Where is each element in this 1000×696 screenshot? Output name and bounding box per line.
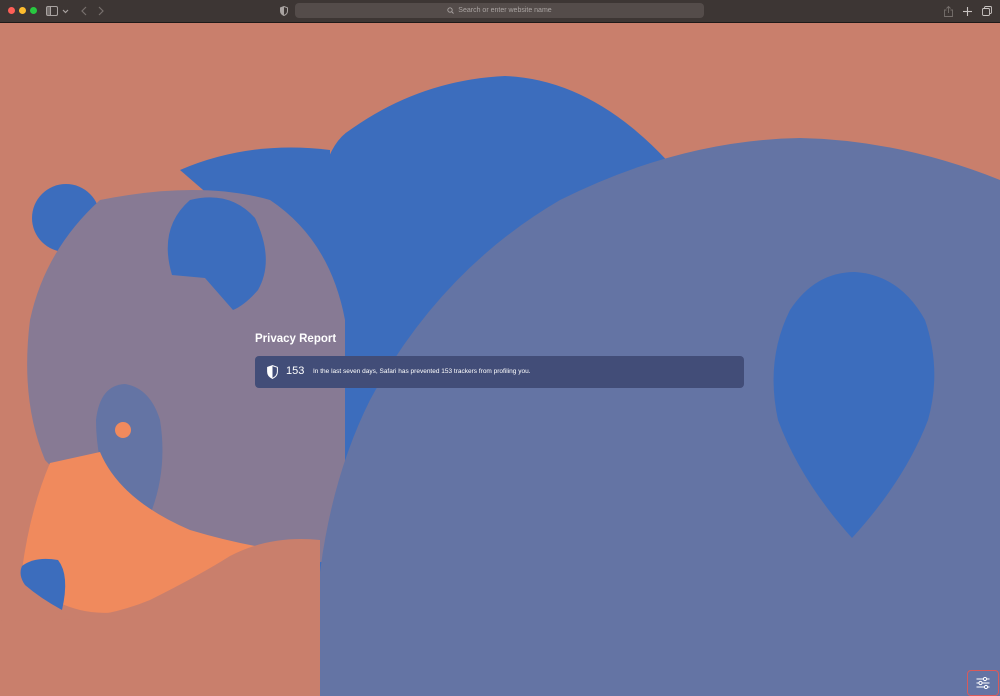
sidebar-icon[interactable] — [46, 4, 58, 18]
share-icon[interactable] — [944, 4, 953, 18]
chevron-left-icon[interactable] — [79, 4, 88, 18]
chevron-down-icon[interactable] — [62, 4, 69, 18]
shield-icon — [267, 365, 278, 379]
privacy-report-title: Privacy Report — [255, 333, 337, 345]
plus-icon[interactable] — [962, 4, 972, 18]
sliders-icon — [976, 677, 990, 689]
tracker-count: 153 — [286, 365, 305, 377]
minimize-window-button[interactable] — [19, 7, 26, 14]
chevron-right-icon[interactable] — [96, 4, 105, 18]
address-placeholder: Search or enter website name — [458, 7, 552, 14]
privacy-report-card[interactable]: 153 In the last seven days, Safari has p… — [255, 356, 744, 388]
tab-overview-icon[interactable] — [981, 4, 992, 18]
address-bar[interactable]: Search or enter website name — [295, 3, 704, 18]
customize-start-page-button[interactable] — [967, 670, 999, 696]
shield-icon[interactable] — [279, 4, 288, 18]
close-window-button[interactable] — [8, 7, 15, 14]
browser-toolbar: Search or enter website name — [0, 0, 1000, 23]
zoom-window-button[interactable] — [30, 7, 37, 14]
search-icon — [447, 7, 455, 14]
privacy-report-message: In the last seven days, Safari has preve… — [313, 368, 531, 375]
